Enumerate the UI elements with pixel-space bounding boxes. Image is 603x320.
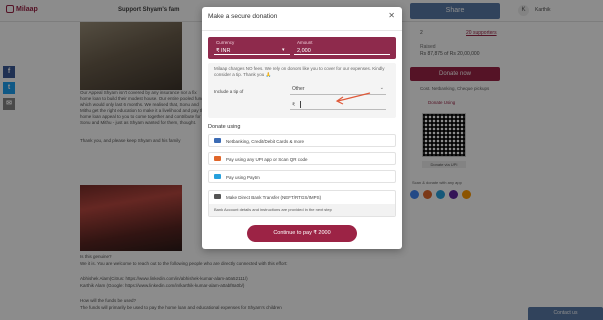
pay-option-label: Pay using Paytm xyxy=(226,174,260,180)
donate-using-heading: Donate using xyxy=(208,124,241,130)
amount-underline xyxy=(294,54,390,55)
card-icon xyxy=(214,138,221,143)
close-icon[interactable]: ✕ xyxy=(388,11,395,20)
currency-underline xyxy=(214,54,290,55)
amount-label: Amount xyxy=(297,40,313,45)
tip-label: Include a tip of xyxy=(214,89,244,94)
bank-transfer-note: Bank Account details and instructions ar… xyxy=(209,204,395,216)
chevron-down-icon[interactable]: ▾ xyxy=(282,47,285,53)
currency-label: Currency xyxy=(216,40,235,45)
pay-option-upi[interactable]: Pay using any UPI app or Scan QR code xyxy=(208,152,396,165)
continue-to-pay-button[interactable]: Continue to pay ₹ 2000 xyxy=(247,225,357,242)
bank-icon xyxy=(214,194,221,199)
tip-note: Milaap charges NO fees. We rely on donor… xyxy=(214,66,385,77)
divider xyxy=(202,30,402,31)
text-cursor xyxy=(300,101,301,108)
tip-select-value: Other xyxy=(292,86,305,92)
upi-icon xyxy=(214,156,221,161)
paytm-icon xyxy=(214,174,221,179)
pay-option-label: Make Direct Bank Transfer (NEFT/RTGS/IMP… xyxy=(226,194,322,200)
amount-panel: Currency ₹ INR ▾ Amount 2,000 xyxy=(208,37,396,59)
pay-option-netbanking[interactable]: Netbanking, Credit/Debit Cards & more xyxy=(208,134,396,147)
annotation-arrow-icon xyxy=(335,92,371,105)
pay-option-label: Netbanking, Credit/Debit Cards & more xyxy=(226,138,305,144)
pay-option-label: Pay using any UPI app or Scan QR code xyxy=(226,156,308,162)
donation-modal: Make a secure donation ✕ Currency ₹ INR … xyxy=(202,7,402,249)
modal-title: Make a secure donation xyxy=(208,13,278,20)
rupee-symbol: ₹ xyxy=(292,102,296,108)
pay-option-paytm[interactable]: Pay using Paytm xyxy=(208,170,396,183)
chevron-down-icon: ⌄ xyxy=(379,85,384,91)
pay-option-bank-transfer[interactable]: Make Direct Bank Transfer (NEFT/RTGS/IMP… xyxy=(208,190,396,217)
